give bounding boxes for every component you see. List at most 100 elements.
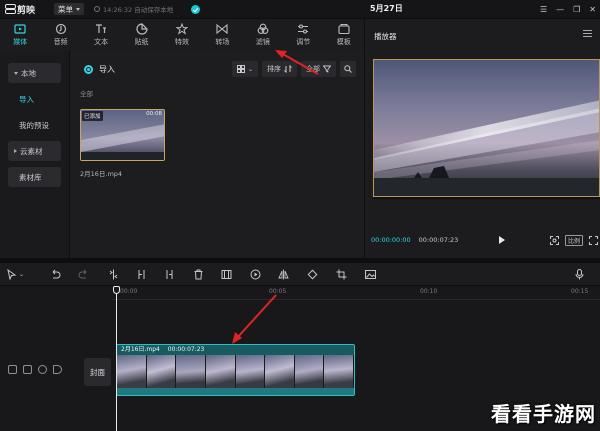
image-button[interactable] [365,268,376,280]
trim-left-button[interactable] [136,268,147,280]
sort-icon [284,65,292,73]
chevron-down-icon: ⌄ [247,65,253,73]
film-frame [265,355,295,388]
time-ruler[interactable]: 00:00 00:05 00:10 00:15 [113,286,600,300]
mirror-button[interactable] [278,268,289,280]
transition-icon [216,23,228,35]
reverse-button[interactable] [250,268,261,280]
film-frame [294,355,325,388]
tab-filter[interactable]: 滤镜 [243,19,283,51]
play-icon[interactable] [499,236,505,244]
lock-icon[interactable] [23,365,32,374]
tick-label: 00:15 [571,288,589,295]
playhead-handle[interactable] [113,286,120,294]
import-label: 导入 [99,65,115,74]
tick-label: 00:00 [120,288,138,295]
film-frame [235,355,266,388]
tab-transition[interactable]: 转场 [202,19,242,51]
media-icon [14,24,26,34]
trash-icon [194,269,203,279]
tab-audio-label: 音频 [53,38,68,46]
chevron-right-icon [14,149,17,153]
minimize-icon[interactable]: — [556,5,564,14]
trim-right-button[interactable] [164,268,175,280]
clip-header: 2月16日.mp4 00:00:07:23 [117,345,354,355]
ratio-button[interactable]: 比例 [564,234,583,246]
menu-lines-icon[interactable] [583,30,592,37]
tab-text[interactable]: 文本 [81,19,121,51]
search-icon [344,65,352,73]
image-icon [365,269,376,279]
redo-button[interactable] [78,268,89,280]
select-tool-button[interactable]: ⌄ [6,268,24,280]
eye-icon[interactable] [38,365,47,374]
tab-template[interactable]: 模板 [324,19,364,51]
grid-icon [236,65,245,73]
mirror-icon [278,269,289,279]
sticker-icon [135,23,148,35]
main-toolbar: 媒体 音频 文本 贴纸 特效 转场 滤镜 调节 模板 [0,19,364,51]
filter-icon [257,23,269,34]
clip-duration: 00:00:07:23 [167,346,205,353]
audio-icon [55,23,66,35]
split-button[interactable] [108,268,119,280]
track-cover-icon[interactable] [8,365,17,374]
playhead-line[interactable] [116,286,117,431]
fullscreen-icon[interactable] [589,235,598,245]
app-name: 剪映 [17,5,36,16]
template-icon [338,23,350,35]
chevron-down-icon [14,71,18,75]
menu-button[interactable]: 菜单 [54,3,84,15]
view-mode-button[interactable]: ⌄ [231,61,258,77]
film-frame [176,355,206,388]
media-toolbar: ⌄ 排序 全部 [231,61,356,77]
search-button[interactable] [340,61,356,77]
media-section-label: 全部 [80,90,93,98]
tick-label: 00:10 [420,288,438,295]
project-title: 5月27日 [370,4,403,13]
speaker-icon[interactable] [53,365,62,374]
tab-text-label: 文本 [94,38,109,46]
shield-check-icon[interactable] [191,4,201,14]
sort-button[interactable]: 排序 [262,61,297,77]
adjust-icon [298,24,309,34]
rotate-icon [307,269,318,279]
media-sidebar: 本地 导入 我的预设 云素材 素材库 [0,51,69,258]
close-icon[interactable]: ✕ [589,5,596,14]
menu-lines-icon[interactable]: ☰ [540,5,547,14]
sidebar-item-library[interactable]: 素材库 [8,167,61,187]
title-bar: 剪映 菜单 14:26:32 自动保存本地 5月27日 ☰ — ❐ ✕ [0,0,600,18]
crop-button[interactable] [336,268,347,280]
cover-button[interactable]: 封面 [84,358,111,386]
tab-audio[interactable]: 音频 [40,19,80,51]
cursor-icon [7,268,17,280]
freeze-button[interactable] [221,268,232,280]
tab-media[interactable]: 媒体 [0,19,40,51]
tab-adjust[interactable]: 调节 [283,19,323,51]
tab-sticker[interactable]: 贴纸 [121,19,161,51]
total-timecode: 00:00:07:23 [418,236,459,244]
preview-frame[interactable] [373,59,600,197]
media-thumbnail[interactable]: 已添加 00:08 [80,109,165,161]
redo-icon [78,269,87,278]
import-button[interactable]: 导入 [84,64,115,75]
clip-name: 2月16日.mp4 [121,346,160,353]
player-title: 播放器 [374,32,397,41]
sidebar-item-local[interactable]: 本地 [8,63,61,83]
undo-button[interactable] [50,268,61,280]
filter-button[interactable]: 全部 [301,61,336,77]
crop-icon [336,269,347,279]
rotate-button[interactable] [307,268,318,280]
sidebar-item-cloud[interactable]: 云素材 [8,141,61,161]
sidebar-item-import[interactable]: 导入 [8,89,61,109]
trim-left-icon [138,269,145,279]
player-right-controls: 比例 [549,233,598,247]
sidebar-item-my-presets[interactable]: 我的预设 [8,115,61,135]
timeline-clip[interactable]: 2月16日.mp4 00:00:07:23 [116,344,355,396]
fullscreen-crop-icon[interactable] [549,235,559,245]
delete-button[interactable] [193,268,204,280]
maximize-icon[interactable]: ❐ [573,5,580,14]
tab-effects[interactable]: 特效 [162,19,202,51]
player-panel: 播放器 00:00:00:00 00:00:07:23 比例 [365,19,600,258]
microphone-button[interactable] [574,268,585,280]
